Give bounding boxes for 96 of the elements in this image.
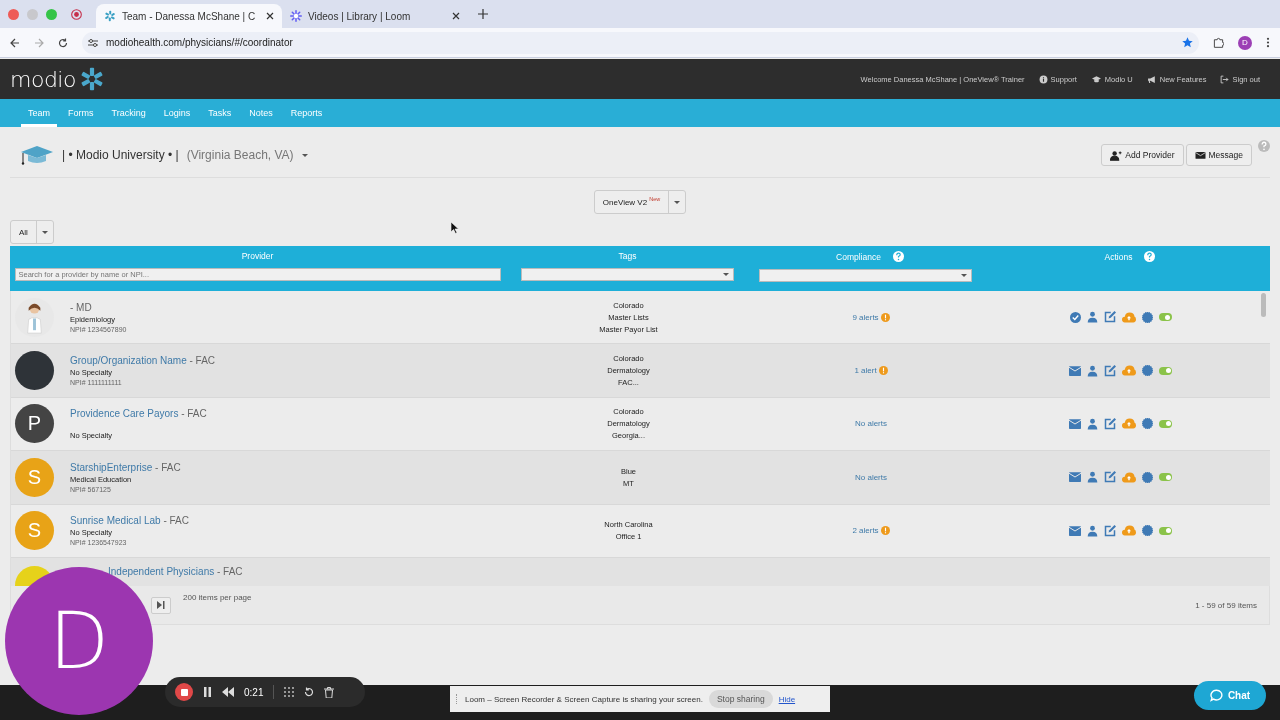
stop-sharing-button[interactable]: Stop sharing	[708, 690, 773, 708]
cursor-icon	[451, 222, 459, 234]
envelope-icon[interactable]	[1069, 472, 1081, 483]
sharing-message: Loom – Screen Recorder & Screen Capture is sharing your screen.	[465, 694, 703, 704]
compliance-link[interactable]: 1 alert	[854, 366, 877, 376]
user-icon[interactable]	[1087, 364, 1098, 377]
column-header: Compliance	[836, 251, 881, 262]
asterisk-logo-icon	[79, 67, 104, 91]
forward-icon[interactable]	[34, 37, 44, 48]
graduation-cap-icon	[20, 144, 54, 166]
logo-text: modio	[10, 66, 76, 92]
help-icon[interactable]	[1144, 251, 1156, 262]
record-icon[interactable]	[71, 8, 82, 20]
badge-icon[interactable]	[1142, 365, 1153, 377]
badge-icon[interactable]	[1142, 418, 1153, 430]
compliance-link[interactable]: 2 alerts	[852, 526, 879, 536]
info-icon	[1038, 74, 1048, 84]
badge-icon[interactable]	[1142, 525, 1153, 537]
pause-icon[interactable]	[203, 687, 212, 697]
last-page-icon	[157, 601, 165, 609]
add-user-icon	[1110, 149, 1123, 161]
compliance-link[interactable]: No alerts	[855, 472, 887, 482]
profile-button[interactable]: D	[1238, 35, 1252, 50]
browser-tab[interactable]: Videos | Library | Loom	[282, 4, 468, 28]
column-header: Provider	[241, 251, 274, 261]
compliance-link[interactable]: 9 alerts	[852, 312, 879, 322]
provider-name[interactable]: Providence Care Payors - FAC	[70, 407, 207, 419]
edit-icon[interactable]	[1104, 364, 1116, 377]
graduation-cap-icon	[1090, 74, 1102, 84]
star-icon[interactable]	[1182, 37, 1193, 48]
provider-name[interactable]: Group/Organization Name - FAC	[70, 355, 216, 367]
provider-name[interactable]: Sunrise Medical Lab - FAC	[70, 515, 189, 527]
sign-out-icon	[1220, 74, 1230, 84]
check-circle-icon[interactable]	[1069, 311, 1081, 323]
back-icon[interactable]	[10, 37, 20, 48]
stop-recording-button[interactable]	[175, 683, 193, 701]
organization-name: | • Modio University • |	[62, 148, 179, 162]
sun-logo-icon	[290, 10, 302, 22]
bullhorn-icon	[1146, 74, 1157, 84]
column-header: Actions	[1104, 251, 1133, 262]
more-icon[interactable]	[1266, 37, 1270, 48]
user-icon[interactable]	[1087, 417, 1098, 430]
envelope-icon[interactable]	[1069, 418, 1081, 429]
close-icon[interactable]	[452, 12, 460, 20]
new-tab-icon[interactable]	[478, 9, 488, 19]
compliance-link[interactable]: No alerts	[855, 419, 887, 429]
toggle-switch[interactable]	[1159, 419, 1172, 428]
site-settings-icon[interactable]	[88, 37, 98, 48]
toolbar-button[interactable]: Message	[1185, 144, 1252, 166]
address-bar[interactable]: modiohealth.com/physicians/#/coordinator	[82, 31, 1199, 54]
grid-icon[interactable]	[284, 687, 295, 697]
caret-icon[interactable]	[301, 153, 308, 157]
restart-icon[interactable]	[304, 687, 315, 697]
items-per-page: 200 items per page	[183, 592, 252, 602]
envelope-icon[interactable]	[1069, 365, 1081, 376]
tab-title: Team - Danessa McShane | C	[122, 10, 257, 22]
user-icon[interactable]	[1087, 471, 1098, 484]
location-dropdown[interactable]: (Virginia Beach, VA)	[186, 148, 294, 162]
toggle-switch[interactable]	[1159, 366, 1172, 375]
hide-link[interactable]: Hide	[778, 694, 796, 704]
edit-icon[interactable]	[1104, 524, 1116, 537]
reload-icon[interactable]	[58, 37, 68, 48]
envelope-icon[interactable]	[1069, 525, 1081, 536]
last-page-button[interactable]	[151, 596, 171, 614]
provider-name[interactable]: StarshipEnterprise - FAC	[70, 461, 181, 473]
puzzle-icon[interactable]	[1213, 37, 1224, 48]
edit-icon[interactable]	[1104, 471, 1116, 484]
toggle-switch[interactable]	[1159, 473, 1172, 482]
badge-icon[interactable]	[1141, 311, 1153, 323]
avatar: S	[15, 511, 54, 551]
user-icon[interactable]	[1087, 524, 1098, 537]
toolbar-button[interactable]: Add Provider	[1101, 144, 1184, 166]
trash-icon[interactable]	[324, 686, 335, 698]
column-header: Tags	[618, 251, 637, 261]
help-icon[interactable]	[892, 251, 904, 262]
edit-icon[interactable]	[1103, 311, 1116, 324]
asterisk-logo-icon	[104, 10, 116, 22]
edit-icon[interactable]	[1104, 417, 1116, 430]
scrollbar[interactable]	[1261, 293, 1266, 317]
provider-name[interactable]: - MD	[70, 301, 127, 313]
avatar: P	[15, 404, 54, 444]
close-icon[interactable]	[266, 12, 274, 20]
tab-title: Videos | Library | Loom	[308, 10, 412, 22]
badge-icon[interactable]	[1142, 471, 1153, 483]
envelope-icon	[1194, 150, 1206, 160]
toggle-switch[interactable]	[1159, 526, 1172, 535]
chat-bubble-icon	[1209, 689, 1223, 702]
recording-timer: 0:21	[244, 686, 264, 698]
browser-tab[interactable]: Team - Danessa McShane | C	[96, 4, 282, 28]
close-window-icon[interactable]	[8, 8, 19, 20]
rewind-icon[interactable]	[222, 687, 234, 697]
user-icon[interactable]	[1086, 311, 1098, 324]
avatar: S	[15, 457, 54, 497]
chat-button[interactable]: Chat	[1194, 681, 1266, 710]
toggle-switch[interactable]	[1158, 313, 1172, 322]
pagination-range: 1 - 59 of 59 items	[1195, 600, 1257, 610]
